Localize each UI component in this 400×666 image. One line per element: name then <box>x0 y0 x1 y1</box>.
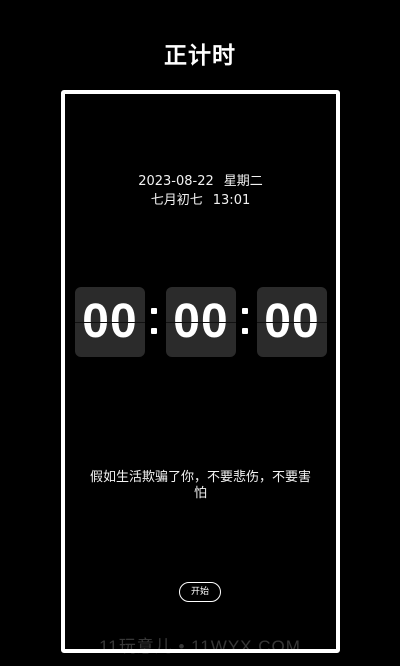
watermark-text: 11玩意儿 • 11WYX.COM <box>99 637 301 656</box>
lunar-date-text: 七月初七 <box>150 193 203 208</box>
weekday-text: 星期二 <box>223 174 263 189</box>
colon-separator <box>238 299 252 343</box>
date-text: 2023-08-22 <box>138 174 214 189</box>
clock-info: 2023-08-22 星期二 七月初七 13:01 <box>65 172 336 210</box>
hours-box: 00 <box>75 287 145 357</box>
minutes-box: 00 <box>166 287 236 357</box>
page-title: 正计时 <box>164 43 236 69</box>
start-button[interactable]: 开始 <box>179 582 221 602</box>
stopwatch-display: 00 00 00 <box>75 285 327 359</box>
seconds-digits: 00 <box>264 295 320 348</box>
hours-digits: 00 <box>82 295 138 348</box>
motivational-quote: 假如生活欺骗了你，不要悲伤，不要害怕 <box>89 470 311 501</box>
minutes-digits: 00 <box>173 295 229 348</box>
current-time-text: 13:01 <box>212 193 251 208</box>
seconds-box: 00 <box>257 287 327 357</box>
lunar-time-line: 七月初七 13:01 <box>65 191 336 210</box>
colon-separator <box>147 299 161 343</box>
date-line: 2023-08-22 星期二 <box>65 172 336 191</box>
timer-preview-frame: 2023-08-22 星期二 七月初七 13:01 00 00 00 假如生活欺骗了… <box>61 90 340 653</box>
